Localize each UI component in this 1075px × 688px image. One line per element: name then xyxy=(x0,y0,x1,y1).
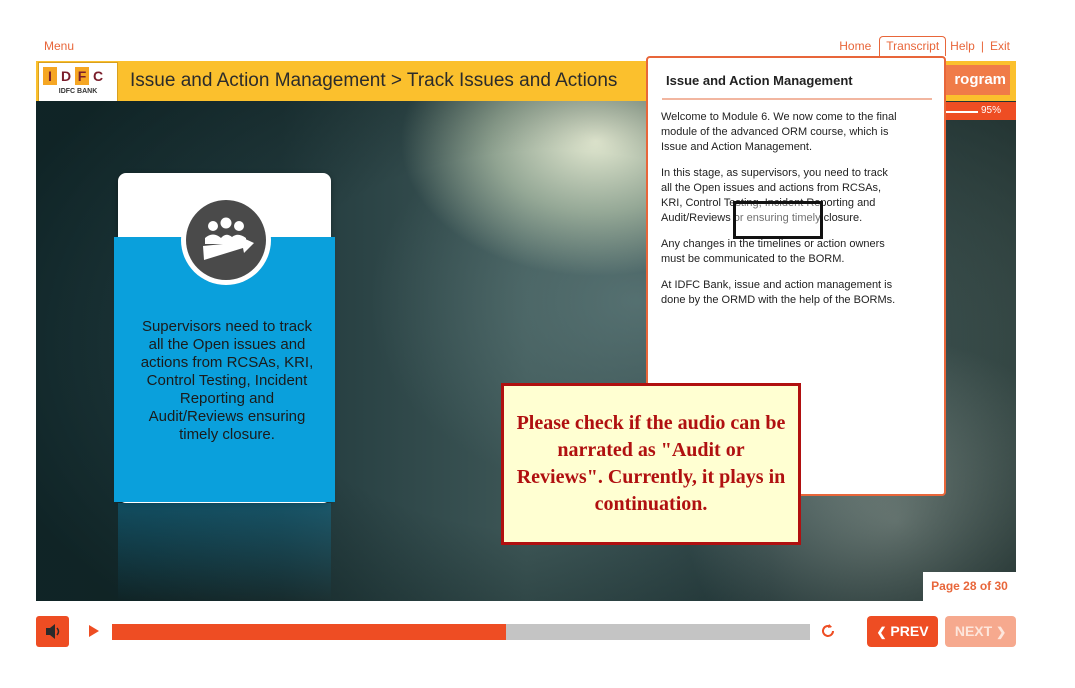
play-button[interactable] xyxy=(86,622,102,640)
next-button[interactable]: NEXT ❯ xyxy=(945,616,1016,647)
seek-bar-fill xyxy=(112,624,506,640)
page-indicator: Page 28 of 30 xyxy=(923,572,1016,601)
transcript-paragraph: At IDFC Bank, issue and action managemen… xyxy=(661,279,896,306)
course-progress-percent: 95% xyxy=(980,105,1001,116)
review-comment-text: Please check if the audio can be narrate… xyxy=(516,412,786,515)
logo-letter: C xyxy=(91,67,105,85)
replay-icon xyxy=(822,624,834,637)
transcript-paragraph: Welcome to Module 6. We now come to the … xyxy=(661,111,897,153)
chevron-left-icon: ❮ xyxy=(876,625,887,639)
review-highlight-box xyxy=(733,201,823,239)
chevron-right-icon: ❯ xyxy=(996,625,1007,639)
home-link[interactable]: Home xyxy=(839,39,871,53)
course-progress: 95% xyxy=(944,102,1016,120)
info-card-reflection xyxy=(118,503,331,601)
next-label: NEXT xyxy=(954,623,993,639)
prev-label: PREV xyxy=(890,623,929,639)
logo-letter: F xyxy=(75,67,89,85)
transcript-tab[interactable]: Transcript xyxy=(879,36,947,56)
speaker-icon xyxy=(46,624,60,639)
logo-subtitle: IDFC BANK xyxy=(58,88,98,95)
page-title: Issue and Action Management > Track Issu… xyxy=(130,70,618,91)
review-comment-box: Please check if the audio can be narrate… xyxy=(501,383,801,545)
top-nav: Home Transcript Help | Exit xyxy=(839,36,1010,56)
team-progress-icon xyxy=(181,195,271,285)
transcript-title: Issue and Action Management xyxy=(666,73,853,88)
logo-letters: I D F C xyxy=(43,67,105,85)
transcript-paragraph: Any changes in the timelines or action o… xyxy=(661,238,885,265)
exit-link[interactable]: Exit xyxy=(990,39,1010,53)
seek-bar[interactable] xyxy=(112,624,810,640)
play-icon xyxy=(89,625,99,637)
mute-button[interactable] xyxy=(36,616,69,647)
menu-link[interactable]: Menu xyxy=(44,39,74,53)
info-card-text: Supervisors need to track all the Open i… xyxy=(140,318,314,443)
course-progress-line xyxy=(946,111,978,113)
nav-separator: | xyxy=(980,39,984,53)
logo-letter: I xyxy=(43,67,57,85)
prev-button[interactable]: ❮ PREV xyxy=(867,616,938,647)
help-link[interactable]: Help xyxy=(950,39,975,53)
logo-letter: D xyxy=(59,67,73,85)
replay-button[interactable] xyxy=(818,621,838,641)
idfc-logo: I D F C IDFC BANK xyxy=(38,62,118,102)
transcript-divider xyxy=(662,98,932,100)
